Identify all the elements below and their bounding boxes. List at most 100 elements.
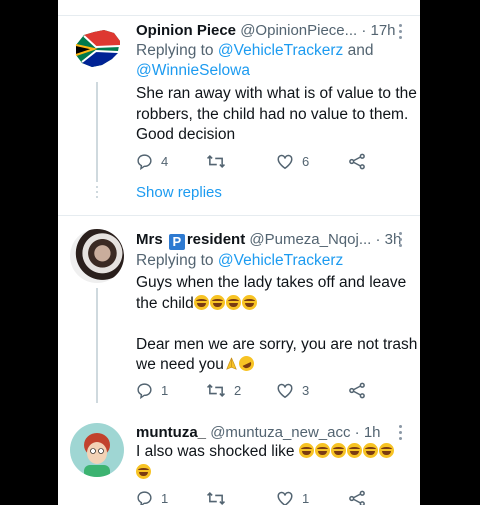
face-with-tears-of-joy-emoji <box>298 443 314 458</box>
retweet-count: 2 <box>234 383 242 398</box>
tweet-text-line: I also was shocked like <box>136 443 295 460</box>
share-icon <box>349 490 365 505</box>
tweet-text-line: Dear men we are sorry, you are not trash <box>136 335 418 353</box>
face-with-tears-of-joy-emoji <box>314 443 330 458</box>
retweet-icon <box>206 492 226 505</box>
timestamp[interactable]: 1h <box>364 424 381 441</box>
share-icon <box>349 153 365 170</box>
face-with-tears-of-joy-emoji <box>241 294 257 310</box>
separator-dot: · <box>361 22 367 39</box>
tweet-text-line: the child <box>136 294 194 312</box>
face-with-tears-of-joy-emoji <box>193 294 209 310</box>
like-icon <box>277 491 293 505</box>
mention-winnieselowa[interactable]: @WinnieSelowa <box>136 62 250 79</box>
tweet-text-line: She ran away with what is of value to th… <box>136 85 417 102</box>
reply-button[interactable]: 4 <box>136 153 168 170</box>
top-separator <box>58 15 420 16</box>
folded-hands-emoji <box>226 357 237 370</box>
like-count: 1 <box>302 491 310 505</box>
tweet-thread-screen: Opinion Piece @OpinionPiece... · 17h Rep… <box>58 0 420 505</box>
tweet-text-line-with-emoji: the child <box>136 294 420 315</box>
separator-dot: · <box>375 231 381 248</box>
avatar-mrs-president[interactable] <box>70 229 124 283</box>
like-icon <box>277 383 293 399</box>
like-button[interactable]: 3 <box>276 382 309 399</box>
user-handle[interactable]: @muntuza_new_acc <box>210 424 350 441</box>
retweet-icon <box>206 155 226 168</box>
user-handle[interactable]: @OpinionPiece... <box>240 22 357 39</box>
show-replies-link[interactable]: Show replies <box>136 184 222 201</box>
more-vertical-icon[interactable] <box>399 24 403 42</box>
more-vertical-icon[interactable] <box>399 425 403 443</box>
more-vertical-icon[interactable] <box>399 232 403 250</box>
like-count: 6 <box>302 154 310 169</box>
avatar-opinion-piece[interactable] <box>70 23 124 77</box>
mention-vehicletrackerz[interactable]: @VehicleTrackerz <box>218 42 343 59</box>
p-button-emoji: P <box>168 234 185 250</box>
thread-line <box>96 82 98 182</box>
tweet-text-line: robbers, the child had no value to them. <box>136 105 409 123</box>
thread-dots <box>96 186 98 198</box>
cartoon-character-avatar <box>84 433 110 477</box>
tweet-text-line-with-emoji: I also was shocked like <box>136 442 420 463</box>
avatar-muntuza[interactable] <box>70 423 124 477</box>
tweet-separator <box>58 215 420 216</box>
tweet-header: Mrs President @Pumeza_Nqoj... · 3h <box>136 231 401 250</box>
replying-to-label: Replying to <box>136 42 218 59</box>
face-with-tears-of-joy-emoji <box>378 443 394 458</box>
retweet-button[interactable] <box>206 153 234 170</box>
replying-and: and <box>343 42 374 59</box>
like-icon <box>277 154 293 170</box>
retweet-button[interactable]: 2 <box>206 382 241 399</box>
tweet-text: I also was shocked like <box>136 442 420 483</box>
face-with-tears-of-joy-emoji <box>362 443 378 458</box>
reply-count: 1 <box>161 383 169 398</box>
replying-to-label: Replying to <box>136 252 218 269</box>
display-name[interactable]: Mrs President <box>136 231 246 250</box>
tweet-text: Guys when the lady takes off and leave t… <box>136 273 420 376</box>
retweet-button[interactable] <box>206 490 234 505</box>
user-handle[interactable]: @Pumeza_Nqoj... <box>249 231 371 248</box>
display-name-part: resident <box>186 231 246 248</box>
tweet-text: She ran away with what is of value to th… <box>136 84 420 146</box>
like-button[interactable]: 6 <box>276 153 309 170</box>
reply-button[interactable]: 1 <box>136 382 168 399</box>
rolling-laughing-emoji <box>236 353 257 374</box>
timestamp[interactable]: 17h <box>371 22 396 39</box>
face-with-tears-of-joy-emoji <box>346 443 362 458</box>
thread-line <box>96 288 98 403</box>
mention-vehicletrackerz[interactable]: @VehicleTrackerz <box>218 252 343 269</box>
face-with-tears-of-joy-emoji <box>209 294 225 310</box>
tweet-text-line: we need you <box>136 356 224 373</box>
share-button[interactable] <box>348 153 366 170</box>
display-name[interactable]: Opinion Piece <box>136 22 236 39</box>
face-with-tears-of-joy-emoji <box>136 463 151 479</box>
like-button[interactable]: 1 <box>276 490 309 505</box>
display-name-part: Mrs <box>136 231 167 248</box>
south-africa-map-icon <box>75 30 121 67</box>
like-count: 3 <box>302 383 310 398</box>
share-icon <box>349 382 365 399</box>
retweet-icon <box>206 384 226 397</box>
replying-to: Replying to @VehicleTrackerz <box>136 251 406 271</box>
tweet-header: Opinion Piece @OpinionPiece... · 17h <box>136 22 396 39</box>
tweet-text-line: Good decision <box>136 126 236 143</box>
reply-count: 4 <box>161 154 169 169</box>
tweet-text-line: Guys when the lady takes off and leave <box>136 274 407 291</box>
share-button[interactable] <box>348 382 366 399</box>
reply-icon <box>137 383 152 399</box>
reply-count: 1 <box>161 491 169 505</box>
display-name[interactable]: muntuza_ <box>136 424 206 441</box>
tweet-emoji-line <box>136 463 420 484</box>
tweet-header: muntuza_ @muntuza_new_acc · 1h <box>136 424 381 441</box>
reply-icon <box>137 154 152 170</box>
share-button[interactable] <box>348 490 366 505</box>
face-with-tears-of-joy-emoji <box>225 294 241 310</box>
face-with-tears-of-joy-emoji <box>330 443 346 458</box>
reply-icon <box>137 491 152 505</box>
separator-dot: · <box>354 424 360 441</box>
reply-button[interactable]: 1 <box>136 490 168 505</box>
tweet-text-line-with-emoji: we need you <box>136 353 420 376</box>
replying-to: Replying to @VehicleTrackerz and @Winnie… <box>136 41 406 81</box>
